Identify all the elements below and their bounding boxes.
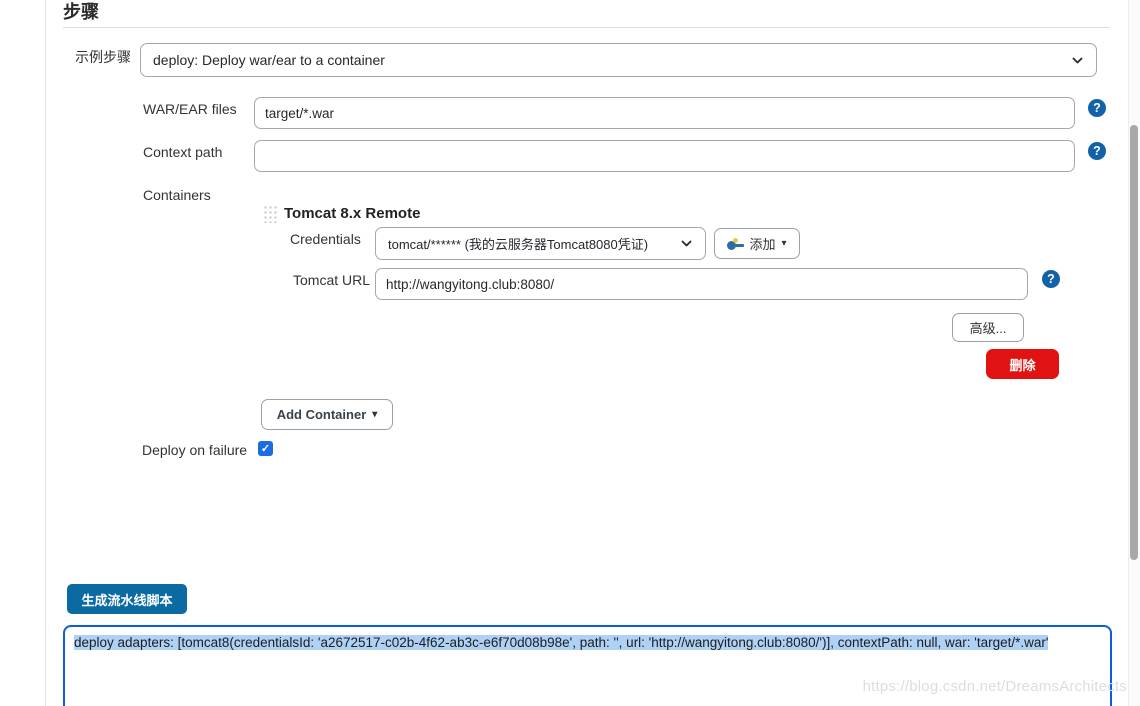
checkmark-icon: ✓ (261, 442, 270, 455)
pipeline-script-output[interactable]: deploy adapters: [tomcat8(credentialsId:… (63, 625, 1112, 706)
sidebar-divider (45, 0, 46, 706)
drag-handle-icon[interactable] (262, 204, 277, 223)
key-icon (727, 238, 744, 250)
credentials-select[interactable]: tomcat/****** (我的云服务器Tomcat8080凭证) (375, 227, 706, 260)
scrollbar-thumb[interactable] (1130, 125, 1138, 560)
add-credentials-button[interactable]: 添加 ▾ (714, 228, 800, 259)
add-container-button[interactable]: Add Container ▾ (261, 399, 393, 430)
deploy-on-failure-label: Deploy on failure (142, 442, 247, 458)
delete-container-button[interactable]: 删除 (986, 349, 1059, 379)
advanced-button[interactable]: 高级... (952, 313, 1024, 342)
add-credentials-label: 添加 (749, 234, 775, 253)
chevron-down-icon (680, 237, 693, 250)
context-path-label: Context path (143, 144, 222, 160)
credentials-selected-value: tomcat/****** (我的云服务器Tomcat8080凭证) (388, 234, 648, 253)
add-container-label: Add Container (277, 407, 367, 422)
chevron-down-icon (1071, 54, 1084, 67)
help-icon[interactable]: ? (1088, 142, 1106, 160)
war-ear-files-input[interactable] (254, 97, 1075, 129)
sample-step-select[interactable]: deploy: Deploy war/ear to a container (140, 43, 1097, 77)
caret-down-icon: ▾ (372, 409, 377, 420)
sample-step-selected-value: deploy: Deploy war/ear to a container (153, 52, 385, 68)
script-selected-text: deploy adapters: [tomcat8(credentialsId:… (74, 635, 1048, 650)
container-title: Tomcat 8.x Remote (284, 205, 420, 222)
caret-down-icon: ▾ (781, 238, 786, 249)
sample-step-label: 示例步骤 (75, 47, 131, 67)
containers-label: Containers (143, 187, 211, 203)
tomcat-url-input[interactable] (375, 268, 1028, 300)
credentials-label: Credentials (290, 231, 361, 247)
pipeline-syntax-page: 步骤 示例步骤 deploy: Deploy war/ear to a cont… (0, 0, 1140, 706)
tomcat-url-label: Tomcat URL (293, 272, 370, 288)
deploy-on-failure-checkbox[interactable]: ✓ (258, 441, 273, 456)
context-path-input[interactable] (254, 140, 1075, 172)
heading-rule (63, 27, 1110, 28)
generate-pipeline-script-button[interactable]: 生成流水线脚本 (67, 584, 187, 614)
help-icon[interactable]: ? (1088, 99, 1106, 117)
page-title: 步骤 (63, 0, 99, 24)
help-icon[interactable]: ? (1042, 270, 1060, 288)
war-ear-files-label: WAR/EAR files (143, 101, 237, 117)
